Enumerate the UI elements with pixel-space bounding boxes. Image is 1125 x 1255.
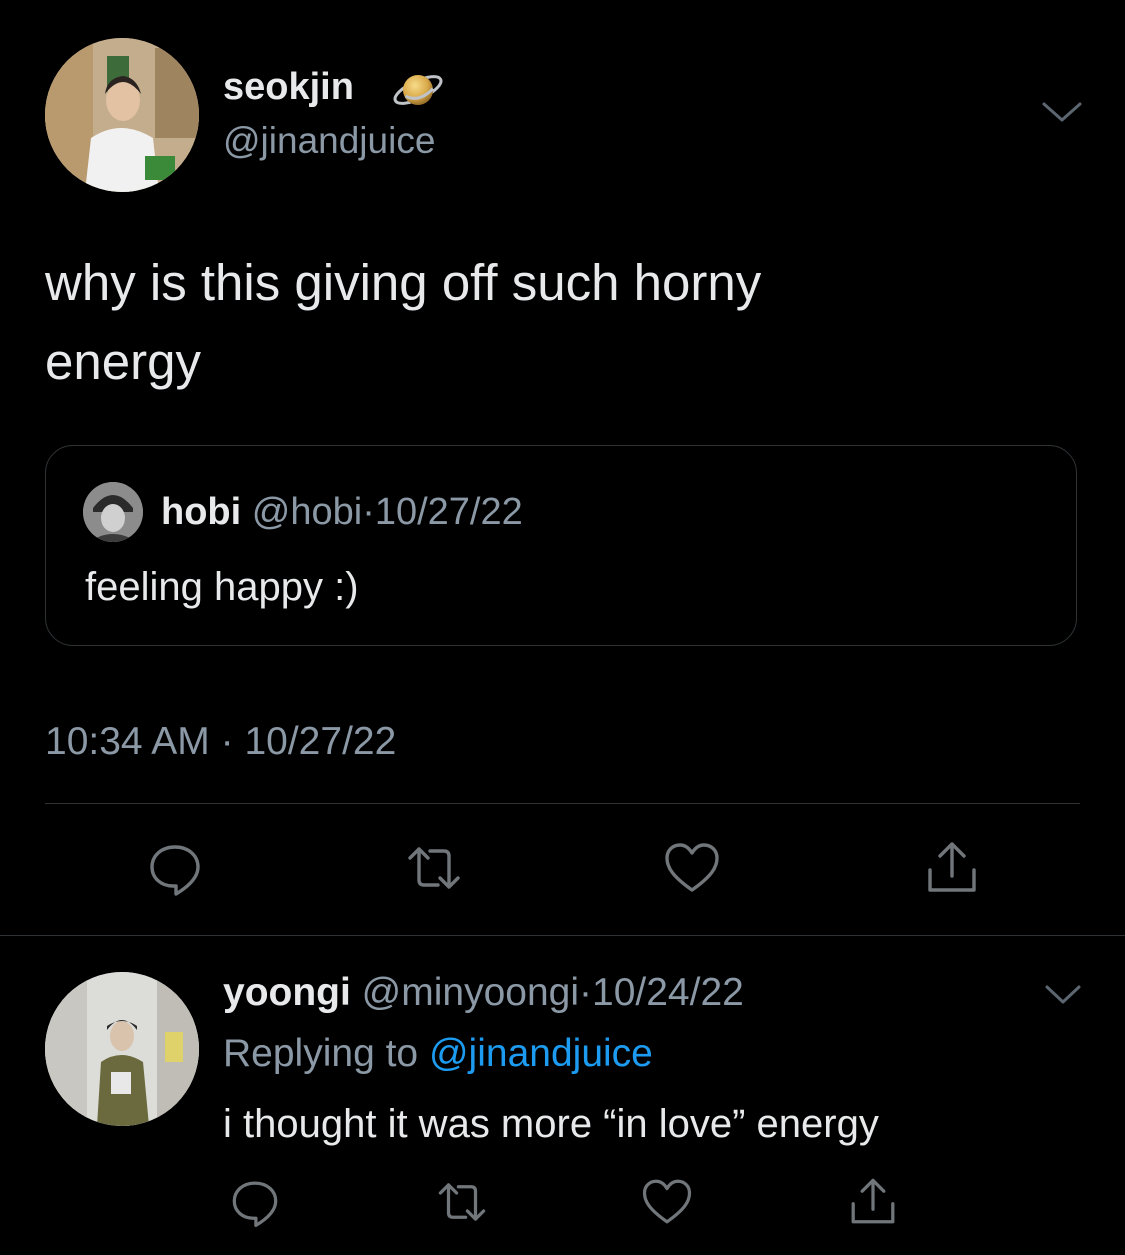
replying-to-line: Replying to @jinandjuice [223, 1029, 653, 1079]
quoted-author-handle: @hobi [251, 491, 363, 533]
quoted-date: 10/27/22 [374, 491, 523, 533]
reply-icon[interactable] [145, 838, 205, 898]
reply-author-name[interactable]: yoongi [223, 971, 351, 1014]
timestamp-date: 10/27/22 [244, 720, 397, 763]
quoted-tweet-card[interactable] [45, 445, 1077, 646]
quoted-tweet-text: feeling happy :) [85, 565, 359, 609]
replying-to-handle[interactable]: @jinandjuice [429, 1032, 653, 1075]
chevron-down-icon[interactable] [1040, 96, 1084, 126]
reply-author-avatar[interactable] [45, 972, 199, 1126]
tweet-timestamp: 10:34 AM · 10/27/22 [45, 717, 396, 767]
retweet-icon[interactable] [435, 1175, 489, 1229]
retweet-icon[interactable] [404, 838, 464, 898]
quoted-author-name: hobi [161, 491, 242, 533]
timestamp-time: 10:34 AM [45, 720, 210, 763]
reply-icon[interactable] [228, 1175, 282, 1229]
reply-date: 10/24/22 [592, 971, 744, 1014]
planet-icon [391, 62, 445, 116]
reply-header: yoongi @minyoongi·10/24/22 [223, 968, 744, 1018]
like-icon[interactable] [640, 1175, 694, 1229]
share-icon[interactable] [922, 838, 982, 898]
author-avatar[interactable] [45, 38, 199, 192]
reply-text: i thought it was more “in love” energy [223, 1102, 879, 1146]
like-icon[interactable] [662, 838, 722, 898]
reply-separator: · [579, 971, 593, 1014]
reply-author-handle[interactable]: @minyoongi [362, 971, 579, 1014]
timestamp-separator: · [220, 720, 234, 763]
replying-to-label: Replying to [223, 1032, 419, 1075]
quoted-author-avatar [83, 482, 143, 542]
quoted-tweet-header: hobi @hobi·10/27/22 [161, 488, 523, 536]
divider [0, 935, 1125, 936]
author-display-name[interactable]: seokjin [223, 62, 354, 112]
author-handle[interactable]: @jinandjuice [223, 118, 435, 164]
share-icon[interactable] [846, 1175, 900, 1229]
tweet-text: why is this giving off such horny energy [45, 254, 762, 390]
chevron-down-icon[interactable] [1043, 980, 1083, 1008]
quoted-separator: · [362, 491, 375, 533]
divider [45, 803, 1080, 804]
